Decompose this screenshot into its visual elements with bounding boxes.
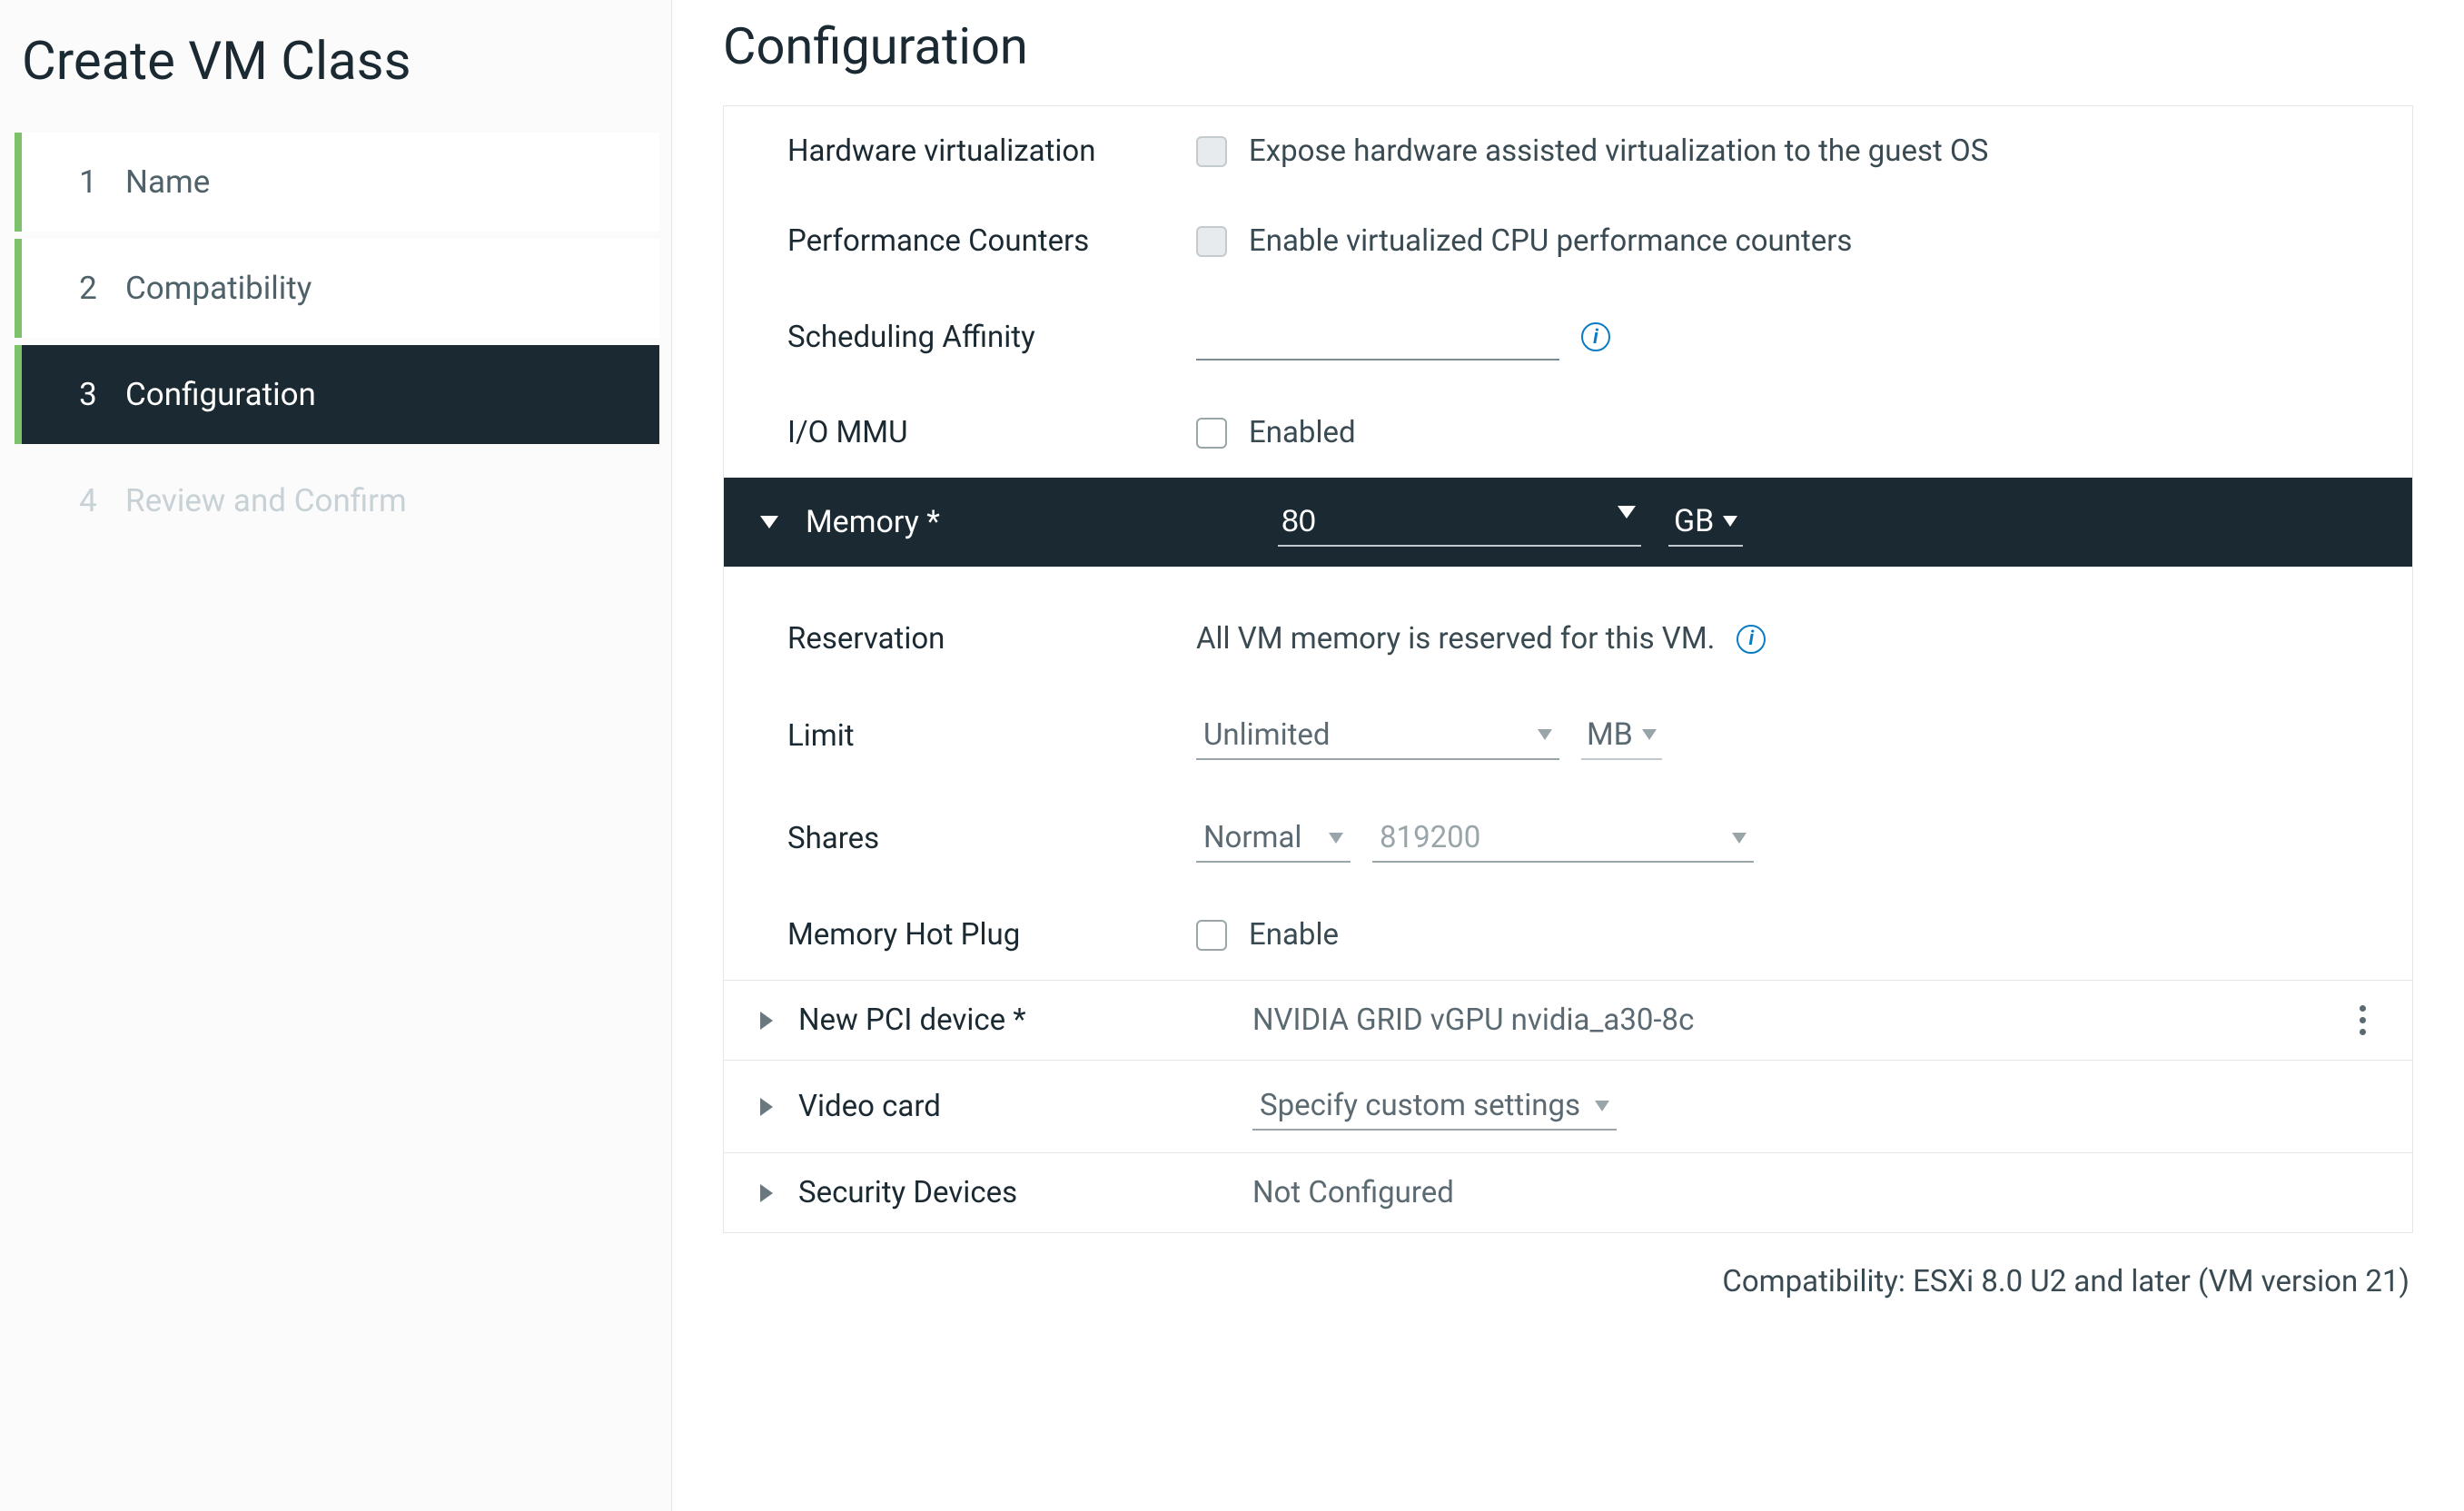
shares-mode-select[interactable]: Normal: [1196, 815, 1351, 863]
main-panel: Configuration Hardware virtualization Ex…: [672, 0, 2464, 1511]
stepper-caret-icon[interactable]: [1618, 506, 1636, 518]
wizard-title: Create VM Class: [0, 9, 671, 133]
chevron-down-icon: [1642, 729, 1657, 740]
info-icon[interactable]: i: [1737, 625, 1766, 654]
step-configuration[interactable]: 3 Configuration: [15, 345, 659, 444]
kebab-menu-icon[interactable]: [2349, 1005, 2376, 1035]
row-limit: Limit Unlimited MB: [724, 684, 2412, 787]
row-hardware-virtualization: Hardware virtualization Expose hardware …: [724, 106, 2412, 196]
row-reservation: Reservation All VM memory is reserved fo…: [724, 567, 2412, 684]
label-hardware-virtualization: Hardware virtualization: [787, 133, 1169, 169]
row-scheduling-affinity: Scheduling Affinity i: [724, 286, 2412, 388]
row-memory-hot-plug: Memory Hot Plug Enable: [724, 890, 2412, 980]
label-shares: Shares: [787, 821, 1169, 856]
limit-unit-select[interactable]: MB: [1581, 711, 1662, 760]
chevron-down-icon: [1595, 1101, 1609, 1111]
label-scheduling-affinity: Scheduling Affinity: [787, 320, 1169, 355]
step-number: 4: [76, 482, 100, 519]
chevron-right-icon: [760, 1098, 773, 1116]
shares-value: 819200: [1380, 820, 1480, 855]
compatibility-footer: Compatibility: ESXi 8.0 U2 and later (VM…: [723, 1233, 2413, 1299]
chevron-down-icon: [1732, 833, 1747, 844]
limit-value-select[interactable]: Unlimited: [1196, 712, 1559, 760]
shares-mode-value: Normal: [1203, 820, 1301, 855]
step-label: Name: [125, 163, 210, 201]
step-label: Compatibility: [125, 270, 312, 307]
label-performance-counters: Performance Counters: [787, 223, 1169, 259]
chevron-down-icon: [1538, 729, 1552, 740]
video-card-select[interactable]: Specify custom settings: [1252, 1082, 1617, 1131]
chevron-right-icon: [760, 1012, 773, 1030]
checkbox-memory-hot-plug[interactable]: [1196, 920, 1227, 951]
chevron-down-icon: [1723, 516, 1737, 527]
checkbox-performance-counters[interactable]: [1196, 226, 1227, 257]
memory-value-input-wrap: [1278, 499, 1641, 547]
input-scheduling-affinity[interactable]: [1196, 313, 1559, 360]
row-shares: Shares Normal 819200: [724, 787, 2412, 890]
section-memory-label: Memory *: [806, 504, 1251, 540]
section-video-card[interactable]: Video card Specify custom settings: [724, 1060, 2412, 1152]
row-performance-counters: Performance Counters Enable virtualized …: [724, 196, 2412, 286]
label-limit: Limit: [787, 718, 1169, 754]
chevron-right-icon: [760, 1184, 773, 1202]
label-reservation: Reservation: [787, 621, 1169, 657]
label-memory-hot-plug: Memory Hot Plug: [787, 917, 1169, 953]
shares-value-select[interactable]: 819200: [1372, 815, 1754, 863]
checkbox-label-perfcnt: Enable virtualized CPU performance count…: [1249, 223, 1852, 259]
step-name[interactable]: 1 Name: [15, 133, 659, 232]
wizard-sidebar: Create VM Class 1 Name 2 Compatibility 3…: [0, 0, 672, 1511]
chevron-down-icon: [1329, 833, 1343, 844]
video-card-label: Video card: [798, 1089, 1234, 1124]
step-review: 4 Review and Confirm: [15, 451, 659, 550]
memory-value-input[interactable]: [1278, 499, 1641, 547]
memory-unit-select[interactable]: GB: [1668, 498, 1743, 547]
video-card-value: Specify custom settings: [1260, 1088, 1580, 1123]
limit-value: Unlimited: [1203, 717, 1331, 753]
reservation-text: All VM memory is reserved for this VM.: [1196, 621, 1715, 657]
security-devices-label: Security Devices: [798, 1175, 1234, 1210]
step-number: 3: [76, 376, 100, 413]
section-security-devices[interactable]: Security Devices Not Configured: [724, 1152, 2412, 1232]
section-pci-device[interactable]: New PCI device * NVIDIA GRID vGPU nvidia…: [724, 980, 2412, 1060]
wizard-steps: 1 Name 2 Compatibility 3 Configuration 4…: [15, 133, 671, 550]
checkbox-hardware-virtualization[interactable]: [1196, 136, 1227, 167]
limit-unit-value: MB: [1587, 716, 1633, 753]
step-number: 1: [76, 163, 100, 201]
step-compatibility[interactable]: 2 Compatibility: [15, 239, 659, 338]
security-devices-value: Not Configured: [1252, 1175, 1454, 1210]
pci-device-value: NVIDIA GRID vGPU nvidia_a30-8c: [1252, 1002, 1694, 1038]
row-io-mmu: I/O MMU Enabled: [724, 388, 2412, 478]
label-io-mmu: I/O MMU: [787, 415, 1169, 450]
info-icon[interactable]: i: [1581, 322, 1610, 351]
pci-device-label: New PCI device *: [798, 1002, 1234, 1038]
configuration-panel: Hardware virtualization Expose hardware …: [723, 105, 2413, 1233]
step-label: Configuration: [125, 376, 316, 413]
page-title: Configuration: [723, 0, 2413, 105]
step-number: 2: [76, 270, 100, 307]
checkbox-label-hwvirt: Expose hardware assisted virtualization …: [1249, 133, 1988, 169]
chevron-down-icon: [760, 516, 778, 528]
memory-unit-value: GB: [1674, 503, 1714, 539]
step-label: Review and Confirm: [125, 482, 407, 519]
checkbox-label-iommu: Enabled: [1249, 415, 1356, 450]
checkbox-label-hotplug: Enable: [1249, 917, 1339, 953]
section-memory[interactable]: Memory * GB: [724, 478, 2412, 567]
checkbox-io-mmu[interactable]: [1196, 418, 1227, 449]
